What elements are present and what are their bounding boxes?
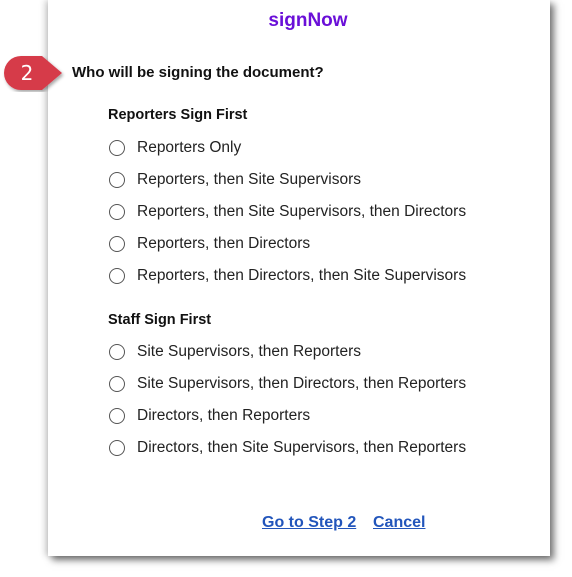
radio-option[interactable]: Reporters, then Site Supervisors, then D… <box>109 202 466 222</box>
radio-option[interactable]: Reporters, then Directors, then Site Sup… <box>109 266 466 286</box>
brand-title-text: signNow <box>268 10 348 31</box>
radio-button[interactable] <box>109 344 125 360</box>
radio-button[interactable] <box>109 440 125 456</box>
radio-option-label: Reporters, then Directors, then Site Sup… <box>137 267 467 284</box>
radio-option-label: Directors, then Reporters <box>137 407 311 424</box>
radio-option-label: Reporters, then Site Supervisors, then D… <box>137 203 467 220</box>
radio-button[interactable] <box>109 408 125 424</box>
radio-button[interactable] <box>109 172 125 188</box>
go-to-step-2-link[interactable]: Go to Step 2 <box>262 514 356 532</box>
group-title-reporters-first: Reporters Sign First <box>108 107 248 123</box>
cancel-link[interactable]: Cancel <box>373 514 425 532</box>
radio-button[interactable] <box>109 140 125 156</box>
radio-button[interactable] <box>109 236 125 252</box>
radio-option-label: Site Supervisors, then Directors, then R… <box>137 375 467 392</box>
radio-button[interactable] <box>109 376 125 392</box>
radio-option-label: Directors, then Site Supervisors, then R… <box>137 439 467 456</box>
radio-button[interactable] <box>109 268 125 284</box>
radio-option-label: Site Supervisors, then Reporters <box>137 343 361 360</box>
radio-button[interactable] <box>109 204 125 220</box>
radio-option[interactable]: Reporters, then Site Supervisors <box>109 170 361 190</box>
step-number: 2 <box>20 61 34 85</box>
radio-option-label: Reporters, then Site Supervisors <box>137 171 361 188</box>
screen: signNow 2 Who will be signing the docume… <box>0 0 572 577</box>
radio-option[interactable]: Site Supervisors, then Directors, then R… <box>109 374 466 394</box>
group-title-staff-first: Staff Sign First <box>108 312 212 328</box>
radio-option[interactable]: Directors, then Reporters <box>109 406 310 426</box>
radio-option[interactable]: Reporters Only <box>109 138 241 158</box>
brand-title: signNow <box>22 10 572 32</box>
step-question: Who will be signing the document? <box>72 64 324 81</box>
radio-option[interactable]: Directors, then Site Supervisors, then R… <box>109 438 466 458</box>
radio-option[interactable]: Site Supervisors, then Reporters <box>109 342 361 362</box>
radio-option-label: Reporters Only <box>137 139 242 156</box>
radio-option-label: Reporters, then Directors <box>137 235 311 252</box>
radio-option[interactable]: Reporters, then Directors <box>109 234 310 254</box>
